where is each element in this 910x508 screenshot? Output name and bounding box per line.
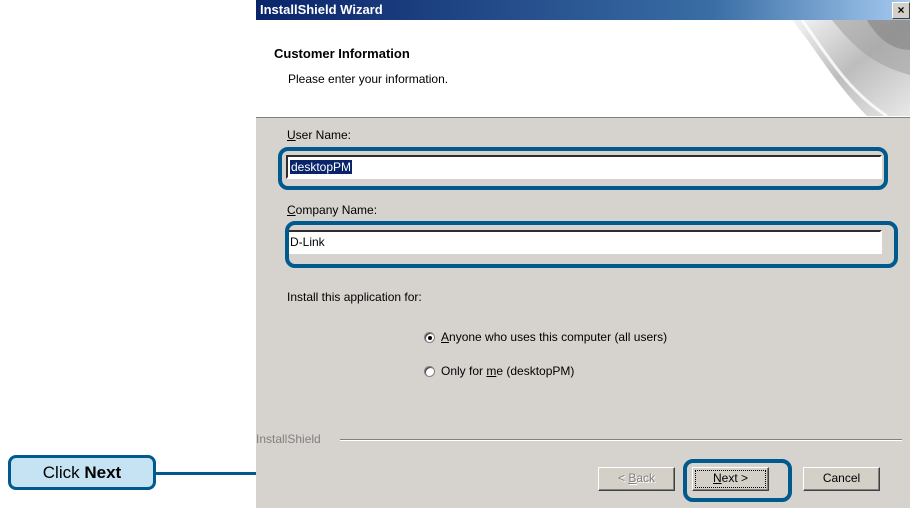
radio-selected-dot (428, 336, 432, 340)
header-panel: Customer Information Please enter your i… (256, 20, 910, 118)
user-name-label: User Name: (287, 128, 351, 142)
radio-all-users-rest: nyone who uses this computer (all users) (449, 330, 668, 344)
user-name-highlight (278, 147, 888, 190)
company-name-highlight (285, 221, 898, 268)
callout-text-prefix: Click (42, 463, 85, 482)
install-for-label: Install this application for: (287, 290, 422, 304)
close-icon: × (897, 3, 905, 17)
radio-only-me-pre: Only for (441, 364, 487, 378)
radio-only-me[interactable] (424, 366, 435, 377)
callout-text-bold: Next (84, 463, 122, 482)
installshield-wizard-window: InstallShield Wizard × Customer Informat… (256, 0, 910, 508)
footer-divider (340, 439, 902, 441)
radio-only-me-accel: m (486, 364, 497, 378)
page-subtitle: Please enter your information. (288, 72, 449, 86)
back-button[interactable]: < Back (598, 467, 675, 491)
header-decoration-icon (792, 20, 910, 116)
radio-all-users-label[interactable]: Anyone who uses this computer (all users… (441, 330, 667, 344)
close-button[interactable]: × (892, 2, 910, 19)
company-name-label-rest: ompany Name: (295, 203, 378, 217)
window-title: InstallShield Wizard (260, 2, 383, 17)
radio-all-users-accel: A (441, 330, 450, 344)
callout-text: Click Next (11, 458, 153, 487)
back-button-pre: < (617, 471, 629, 485)
title-bar: InstallShield Wizard × (256, 0, 910, 20)
radio-only-me-label[interactable]: Only for me (desktopPM) (441, 364, 574, 378)
cancel-button-label: Cancel (822, 471, 861, 485)
user-name-label-accel: U (287, 128, 296, 142)
page-title: Customer Information (274, 46, 410, 61)
next-button-highlight (683, 459, 792, 502)
company-name-label: Company Name: (287, 203, 377, 217)
callout-box: Click Next (8, 455, 156, 490)
radio-only-me-post: e (desktopPM) (496, 364, 575, 378)
installshield-brand: InstallShield (256, 432, 321, 446)
radio-all-users[interactable] (424, 332, 435, 343)
company-name-label-accel: C (287, 203, 296, 217)
cancel-button[interactable]: Cancel (803, 467, 880, 491)
user-name-label-rest: ser Name: (295, 128, 352, 142)
back-button-rest: ack (636, 471, 656, 485)
